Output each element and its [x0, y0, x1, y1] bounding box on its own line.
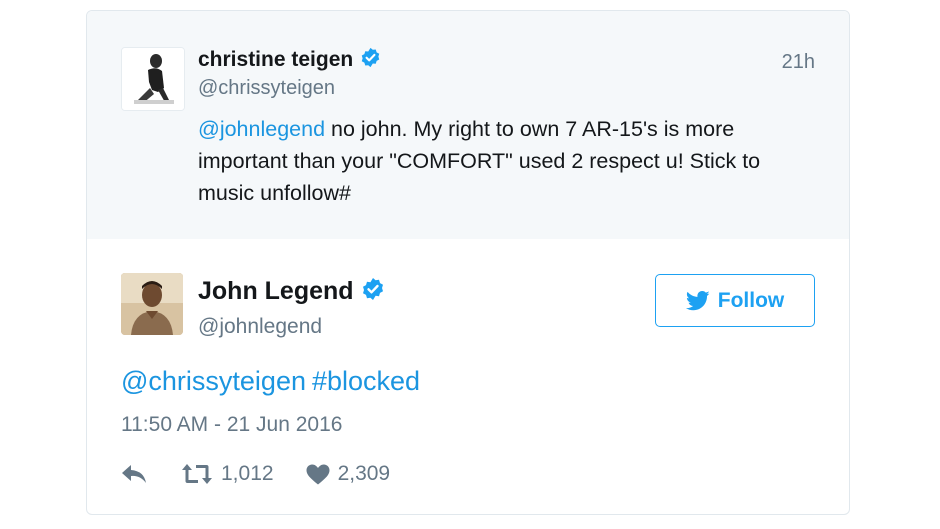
main-mention-link[interactable]: @chrissyteigen — [121, 366, 306, 396]
twitter-bird-icon — [685, 290, 710, 310]
like-count: 2,309 — [337, 462, 391, 485]
main-display-name[interactable]: John Legend — [198, 277, 354, 306]
retweet-count: 1,012 — [221, 462, 274, 485]
verified-badge-icon — [361, 277, 385, 306]
main-handle[interactable]: @johnlegend — [198, 315, 322, 339]
reply-icon — [122, 465, 146, 483]
like-button[interactable]: 2,309 — [306, 462, 391, 486]
quoted-tweet-text: @johnlegend no john. My right to own 7 A… — [198, 113, 818, 209]
quoted-mention-link[interactable]: @johnlegend — [198, 117, 325, 141]
main-tweet-text: @chrissyteigen #blocked — [121, 366, 420, 397]
tweet-actions: 1,012 2,309 — [121, 459, 390, 489]
quoted-reply-section: christine teigen @chrissyteigen 21h @joh… — [87, 11, 849, 239]
tweet-card: christine teigen @chrissyteigen 21h @joh… — [86, 10, 850, 515]
reply-button[interactable] — [121, 464, 147, 484]
quoted-name-line: christine teigen — [198, 47, 381, 73]
retweet-button[interactable]: 1,012 — [181, 462, 274, 486]
christine-teigen-avatar[interactable] — [121, 47, 185, 111]
john-legend-avatar[interactable] — [121, 273, 183, 335]
follow-button[interactable]: Follow — [655, 274, 815, 327]
quoted-display-name[interactable]: christine teigen — [198, 48, 353, 72]
follow-label: Follow — [717, 288, 785, 312]
quoted-time[interactable]: 21h — [782, 51, 815, 74]
verified-badge-icon — [360, 47, 381, 73]
retweet-icon — [182, 464, 212, 484]
heart-icon — [306, 464, 330, 484]
main-name-line: John Legend — [198, 277, 385, 306]
quoted-handle[interactable]: @chrissyteigen — [198, 77, 335, 100]
hashtag-link[interactable]: #blocked — [312, 366, 420, 396]
tweet-timestamp[interactable]: 11:50 AM - 21 Jun 2016 — [121, 413, 342, 437]
